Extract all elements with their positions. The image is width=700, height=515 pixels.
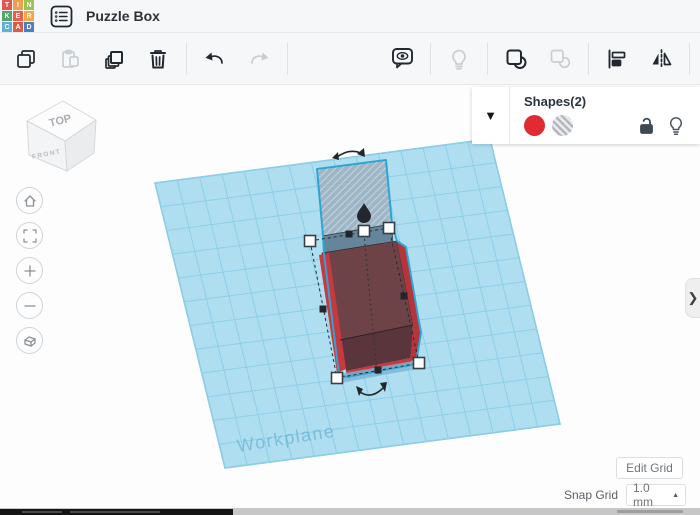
ortho-view-icon (23, 335, 36, 347)
color-swatch-red[interactable] (524, 114, 545, 136)
snap-grid-dropdown[interactable]: 1.0 mm ▲ (626, 481, 686, 509)
logo-tile: A (13, 22, 23, 32)
ungroup-button[interactable] (543, 37, 577, 81)
copy-button[interactable] (9, 37, 43, 81)
show-all-button[interactable] (442, 37, 476, 81)
dropdown-up-icon: ▲ (672, 491, 679, 499)
redo-button[interactable] (242, 37, 276, 81)
document-title: Puzzle Box (86, 8, 160, 24)
hole-box-top-face[interactable] (316, 159, 393, 237)
redo-icon (251, 52, 269, 64)
toolbar-separator (287, 42, 288, 75)
undo-icon (205, 52, 223, 64)
main-toolbar (0, 33, 700, 85)
snap-grid-value: 1.0 mm (633, 481, 653, 509)
delete-button[interactable] (141, 37, 175, 81)
right-panel-toggle[interactable]: ❯ (685, 278, 700, 318)
eye-badge-icon (391, 48, 413, 69)
snap-grid-label: Snap Grid (563, 488, 618, 502)
logo-tile: T (2, 0, 12, 10)
toolbar-separator (588, 42, 589, 75)
paste-icon (62, 49, 79, 68)
shapes-panel-body: Shapes(2) (510, 87, 700, 144)
undo-button[interactable] (198, 37, 232, 81)
toolbar-separator (430, 42, 431, 75)
view-cube[interactable]: TOP FRONT (26, 100, 97, 172)
group-icon (506, 49, 527, 69)
mirror-button[interactable] (644, 37, 678, 81)
design-menu-button[interactable] (48, 3, 74, 29)
tinkercad-logo[interactable]: T I N K E R C A D (0, 0, 34, 34)
fit-view-icon (22, 228, 37, 243)
zoom-out-button[interactable] (16, 292, 43, 319)
shapes-panel-collapse-button[interactable]: ▼ (472, 87, 510, 144)
logo-tile: I (13, 0, 23, 10)
home-icon (23, 194, 36, 207)
taskbar-strip (0, 508, 700, 515)
fit-view-button[interactable] (16, 222, 43, 249)
paste-button[interactable] (53, 37, 87, 81)
lightbulb-icon (452, 49, 466, 70)
shapes-panel: ▼ Shapes(2) (472, 87, 700, 144)
logo-tile: N (24, 0, 34, 10)
unlock-icon[interactable] (637, 115, 657, 135)
copy-icon (17, 49, 35, 68)
viewport-3d[interactable]: Workplane TOP FRONT ▼ Shapes(2) ❯ Edit G… (0, 86, 700, 509)
hide-button[interactable] (385, 37, 419, 81)
mirror-icon (652, 48, 671, 69)
logo-tile: D (24, 22, 34, 32)
ortho-view-button[interactable] (16, 327, 43, 354)
duplicate-button[interactable] (97, 37, 131, 81)
zoom-in-button[interactable] (16, 257, 43, 284)
toolbar-separator (186, 42, 187, 75)
ungroup-icon (550, 49, 571, 68)
zoom-out-icon (23, 304, 36, 307)
taskbar-text-smudge (617, 510, 683, 513)
shapes-panel-title: Shapes(2) (524, 94, 587, 109)
logo-tile: K (2, 11, 12, 21)
toolbar-separator (689, 42, 690, 75)
logo-tile: C (2, 22, 12, 32)
chevron-down-icon: ▼ (484, 108, 497, 123)
align-button[interactable] (600, 37, 634, 81)
trash-icon (150, 49, 166, 68)
group-button[interactable] (499, 37, 533, 81)
home-view-button[interactable] (16, 187, 43, 214)
toolbar-separator (487, 42, 488, 75)
duplicate-icon (105, 50, 123, 69)
view-nav-column (16, 187, 44, 362)
snap-grid-row: Snap Grid 1.0 mm ▲ (563, 481, 686, 509)
align-icon (608, 49, 626, 68)
scene-3d[interactable]: Workplane TOP FRONT (0, 86, 700, 508)
list-icon (50, 5, 72, 27)
bulb-icon[interactable] (666, 114, 686, 136)
taskbar-dark-segment (0, 509, 233, 515)
zoom-in-icon (23, 264, 36, 277)
material-swatch-hole[interactable] (552, 114, 573, 136)
logo-tile: E (13, 11, 23, 21)
logo-tile: R (24, 11, 34, 21)
app-header: T I N K E R C A D Puzzle Box (0, 0, 700, 33)
chevron-right-icon: ❯ (687, 290, 699, 305)
edit-grid-button[interactable]: Edit Grid (616, 457, 683, 479)
